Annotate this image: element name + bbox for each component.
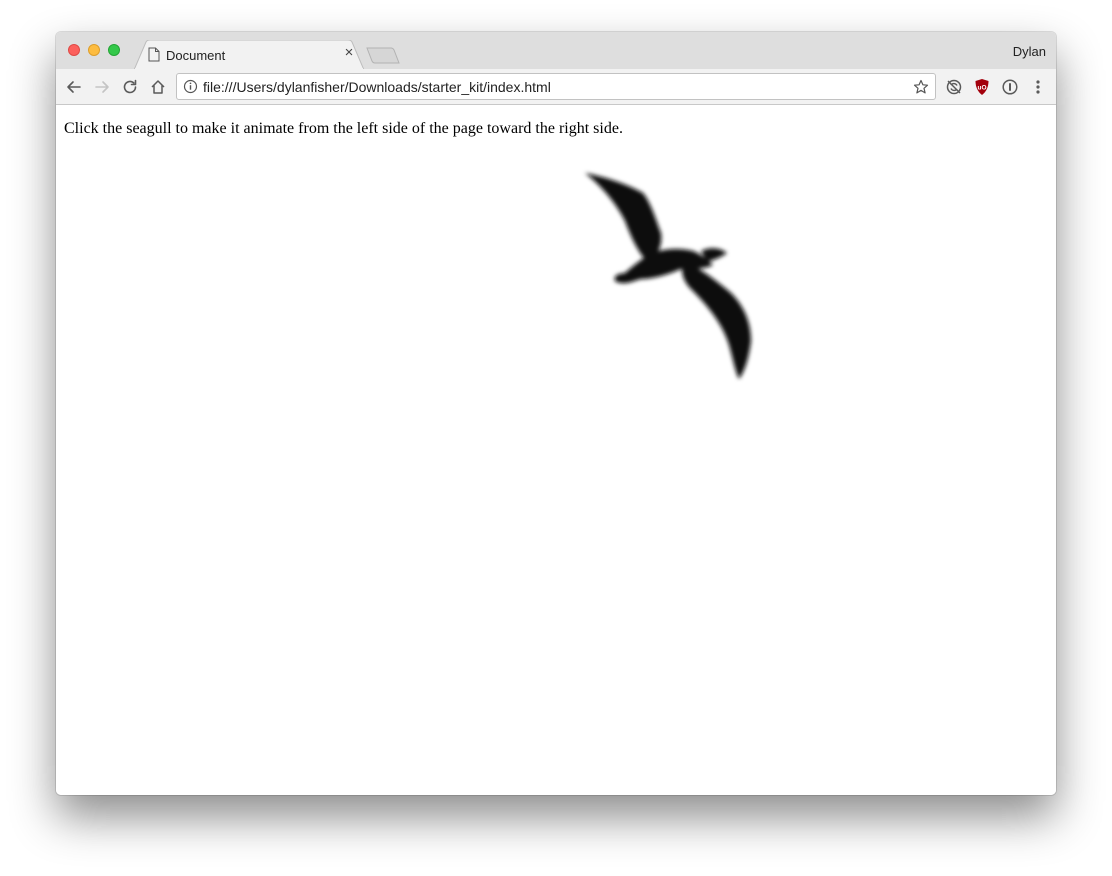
more-vert-icon[interactable] xyxy=(1028,77,1048,97)
url-input[interactable] xyxy=(203,77,893,96)
toolbar: uO xyxy=(56,69,1056,105)
close-icon[interactable]: × xyxy=(342,45,356,60)
ublock-icon[interactable]: uO xyxy=(972,77,992,97)
reload-icon[interactable] xyxy=(120,77,140,97)
back-arrow-icon[interactable] xyxy=(64,77,84,97)
title-bar: Document × Dylan xyxy=(56,32,1056,70)
forward-arrow-icon[interactable] xyxy=(92,77,112,97)
info-icon[interactable] xyxy=(183,79,198,94)
profile-name[interactable]: Dylan xyxy=(1013,44,1046,59)
new-tab-button[interactable] xyxy=(366,47,400,65)
window-minimize-button[interactable] xyxy=(88,44,100,56)
sync-icon[interactable] xyxy=(944,77,964,97)
tab-title: Document xyxy=(166,48,226,63)
instructions-text: Click the seagull to make it animate fro… xyxy=(64,120,623,137)
tab-document[interactable]: Document × xyxy=(134,40,364,70)
page-content: Click the seagull to make it animate fro… xyxy=(56,105,1056,795)
svg-text:uO: uO xyxy=(977,85,986,92)
seagull-image[interactable] xyxy=(581,165,771,385)
onepassword-icon[interactable] xyxy=(1000,77,1020,97)
star-icon[interactable] xyxy=(913,79,929,95)
browser-window: Document × Dylan file:///Users/dylanfish… xyxy=(56,32,1056,795)
window-close-button[interactable] xyxy=(68,44,80,56)
home-icon[interactable] xyxy=(148,77,168,97)
document-icon xyxy=(148,47,160,62)
address-bar[interactable] xyxy=(176,73,936,100)
window-maximize-button[interactable] xyxy=(108,44,120,56)
